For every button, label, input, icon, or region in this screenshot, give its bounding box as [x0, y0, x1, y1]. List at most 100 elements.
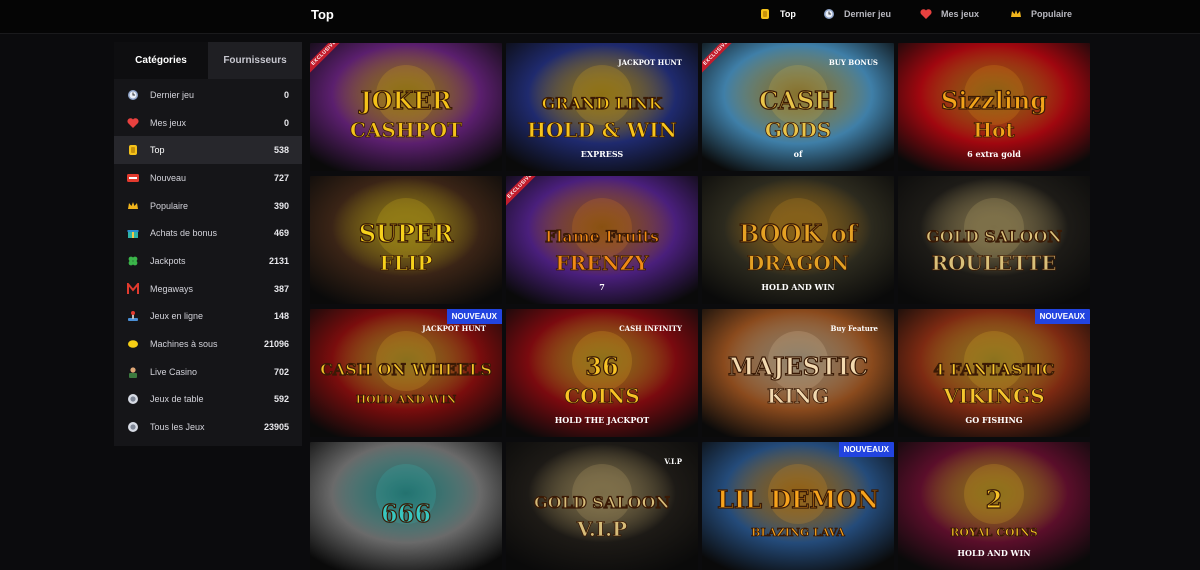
game-title: Sizzling: [941, 86, 1047, 115]
game-thumbnail: CASH ON WHEELS HOLD AND WIN JACKPOT HUNT: [310, 309, 502, 437]
sidebar-item-count: 592: [273, 394, 289, 405]
game-tagline: HOLD THE JACKPOT: [555, 415, 650, 425]
game-stamp: V.I.P: [663, 457, 682, 466]
sidebar-item-count: 538: [273, 145, 289, 156]
category-list: Dernier jeu 0 Mes jeux 0 Top 538 Nouveau 727 Pop…: [114, 79, 302, 441]
new-icon: [127, 172, 139, 184]
sidebar-item-live-casino[interactable]: Live Casino 702: [114, 358, 302, 386]
game-tile[interactable]: LIL DEMON BLAZING LAVA NOUVEAUX: [702, 442, 894, 570]
sidebar-item-count: 0: [283, 117, 289, 128]
game-tagline: HOLD AND WIN: [957, 548, 1030, 558]
sidebar-item-jackpots[interactable]: Jackpots 2131: [114, 247, 302, 275]
sidebar-item-count: 2131: [268, 255, 289, 266]
sidebar-item-dernier-jeu[interactable]: Dernier jeu 0: [114, 81, 302, 109]
game-title: MAJESTIC: [728, 352, 868, 381]
game-tile[interactable]: JOKER CASHPOT EXCLUSIVE: [310, 43, 502, 171]
new-badge: NOUVEAUX: [838, 442, 894, 457]
top-header: Top Top Dernier jeu Mes jeux Populaire: [0, 0, 1200, 34]
sidebar-item-machines-sous[interactable]: Machines à sous 21096: [114, 330, 302, 358]
sidebar-item-megaways[interactable]: Megaways 387: [114, 275, 302, 303]
chip-icon: [127, 393, 139, 405]
game-tile[interactable]: CASH GODS of BUY BONUS EXCLUSIVE: [702, 43, 894, 171]
game-thumbnail: 4 FANTASTIC VIKINGS GO FISHING: [898, 309, 1090, 437]
game-tagline: EXPRESS: [581, 149, 624, 159]
sidebar-item-label: Dernier jeu: [150, 89, 195, 100]
game-subtitle: HOLD & WIN: [527, 118, 677, 142]
nav-mes-jeux-label: Mes jeux: [941, 9, 980, 19]
game-tagline: of: [794, 149, 803, 159]
game-title: SUPER: [359, 219, 455, 248]
game-thumbnail: Flame Fruits FRENZY 7: [506, 176, 698, 304]
game-subtitle: Hot: [973, 118, 1015, 142]
game-thumbnail: 666: [310, 442, 502, 570]
dealer-icon: [127, 366, 139, 378]
game-stamp: JACKPOT HUNT: [617, 58, 683, 67]
game-tagline: 7: [599, 282, 605, 292]
game-tile[interactable]: CASH ON WHEELS HOLD AND WIN JACKPOT HUNT NO…: [310, 309, 502, 437]
chip-icon: [127, 421, 139, 433]
game-title: GOLD SALOON: [534, 493, 670, 512]
category-sidebar: Catégories Fournisseurs Dernier jeu 0 Mes …: [114, 42, 302, 446]
game-subtitle: ROULETTE: [931, 251, 1056, 275]
game-thumbnail: JOKER CASHPOT: [310, 43, 502, 171]
game-tile[interactable]: Flame Fruits FRENZY 7 EXCLUSIVE: [506, 176, 698, 304]
sidebar-item-jeux-de-table[interactable]: Jeux de table 592: [114, 386, 302, 414]
game-subtitle: FRENZY: [555, 251, 649, 275]
tab-categories[interactable]: Catégories: [114, 42, 208, 79]
game-tagline: GO FISHING: [965, 415, 1022, 425]
clock-icon: [824, 9, 834, 19]
game-title: 4 FANTASTIC: [933, 360, 1054, 379]
tab-fournisseurs[interactable]: Fournisseurs: [208, 42, 302, 79]
game-title: GOLD SALOON: [926, 227, 1062, 246]
game-subtitle: ROYAL COINS: [950, 526, 1038, 539]
game-tile[interactable]: GOLD SALOON V.I.P V.I.P: [506, 442, 698, 570]
game-subtitle: VIKINGS: [942, 384, 1044, 408]
game-tile[interactable]: SUPER FLIP: [310, 176, 502, 304]
game-title: CASH: [759, 86, 837, 115]
sidebar-item-label: Jeux en ligne: [150, 311, 204, 322]
game-thumbnail: Sizzling Hot 6 extra gold: [898, 43, 1090, 171]
nav-populaire[interactable]: Populaire: [1010, 8, 1072, 20]
game-stamp: BUY BONUS: [829, 58, 878, 67]
nav-dernier-jeu[interactable]: Dernier jeu: [823, 8, 891, 20]
game-subtitle: V.I.P: [576, 517, 627, 541]
game-subtitle: CASHPOT: [350, 118, 462, 142]
game-tile[interactable]: GOLD SALOON ROULETTE: [898, 176, 1090, 304]
sidebar-item-count: 727: [273, 172, 289, 183]
sidebar-item-count: 21096: [263, 339, 289, 350]
game-thumbnail: 36 COINS HOLD THE JACKPOT CASH INFINITY: [506, 309, 698, 437]
game-title: BOOK of: [739, 219, 859, 248]
game-tile[interactable]: BOOK of DRAGON HOLD AND WIN: [702, 176, 894, 304]
game-tile[interactable]: Sizzling Hot 6 extra gold: [898, 43, 1090, 171]
game-tile[interactable]: 2 ROYAL COINS HOLD AND WIN: [898, 442, 1090, 570]
game-title: JOKER: [358, 86, 452, 115]
game-tile[interactable]: MAJESTIC KING Buy Feature: [702, 309, 894, 437]
game-thumbnail: LIL DEMON BLAZING LAVA: [702, 442, 894, 570]
game-tile[interactable]: 666: [310, 442, 502, 570]
game-title: LIL DEMON: [717, 485, 879, 514]
game-tile[interactable]: 4 FANTASTIC VIKINGS GO FISHING NOUVEAUX: [898, 309, 1090, 437]
sidebar-item-mes-jeux[interactable]: Mes jeux 0: [114, 109, 302, 137]
nav-top[interactable]: Top: [759, 8, 796, 20]
sidebar-item-jeux-en-ligne[interactable]: Jeux en ligne 148: [114, 303, 302, 331]
game-thumbnail: BOOK of DRAGON HOLD AND WIN: [702, 176, 894, 304]
sidebar-item-achats-de-bonus[interactable]: Achats de bonus 469: [114, 219, 302, 247]
game-thumbnail: MAJESTIC KING Buy Feature: [702, 309, 894, 437]
game-tile[interactable]: 36 COINS HOLD THE JACKPOT CASH INFINITY: [506, 309, 698, 437]
sidebar-item-count: 702: [273, 366, 289, 377]
joystick-icon: [127, 310, 139, 322]
sidebar-item-populaire[interactable]: Populaire 390: [114, 192, 302, 220]
game-subtitle: KING: [767, 384, 829, 408]
nav-mes-jeux[interactable]: Mes jeux: [920, 8, 979, 20]
sidebar-item-top[interactable]: Top 538: [114, 136, 302, 165]
sidebar-item-label: Nouveau: [150, 172, 187, 183]
sidebar-item-tous-les-jeux[interactable]: Tous les Jeux 23905: [114, 413, 302, 441]
crown-icon: [127, 200, 139, 212]
game-tile[interactable]: GRAND LINK HOLD & WIN EXPRESS JACKPOT HUNT: [506, 43, 698, 171]
sidebar-item-nouveau[interactable]: Nouveau 727: [114, 164, 302, 192]
sidebar-item-label: Jackpots: [150, 255, 186, 266]
game-subtitle: COINS: [564, 384, 639, 408]
sidebar-item-label: Tous les Jeux: [150, 422, 205, 433]
game-title: CASH ON WHEELS: [320, 360, 492, 379]
heart-icon: [920, 9, 932, 19]
